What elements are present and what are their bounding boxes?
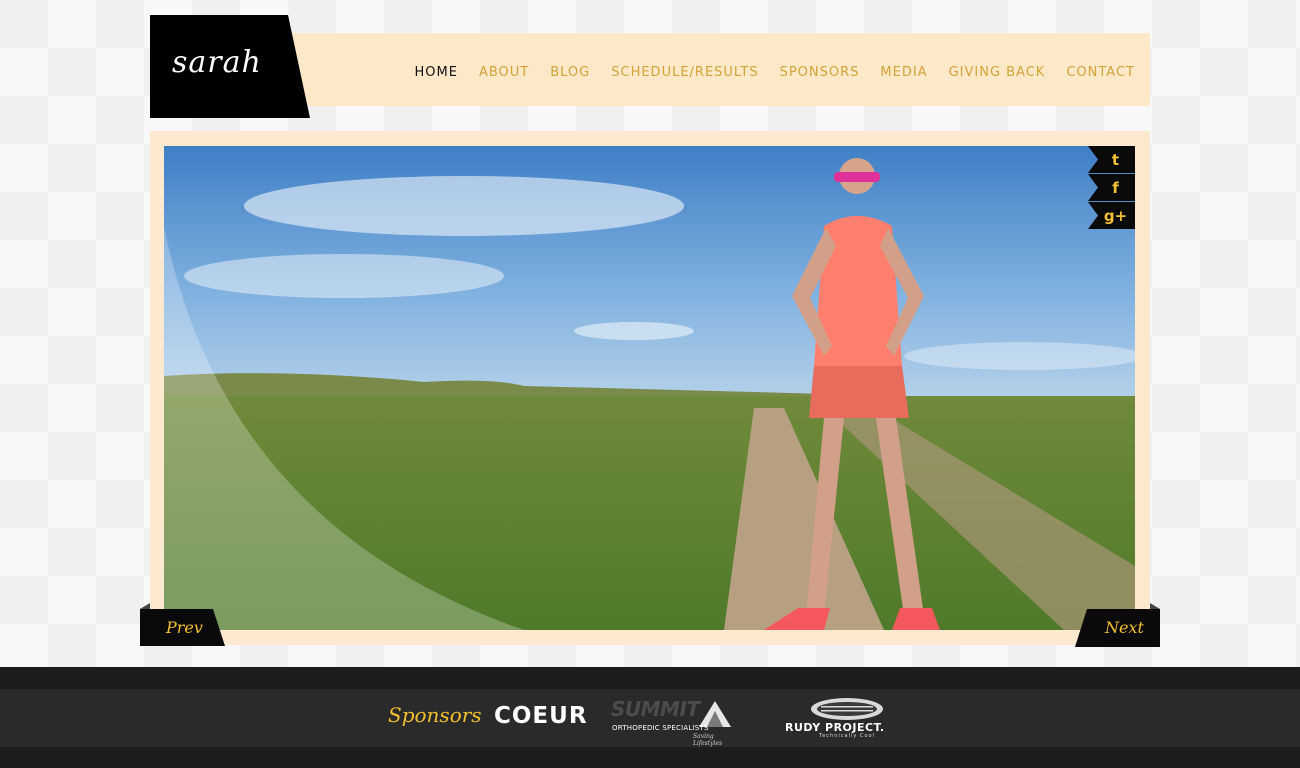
sponsor-logo-summit[interactable]: SUMMIT ORTHOPEDIC SPECIALISTS Saving Lif… [611,697,739,747]
sponsor-logo-rudy-project[interactable]: RUDY PROJECT. Technically Cool [785,697,913,741]
rudy-project-lens-icon [811,698,883,720]
site-logo[interactable]: sarah [150,15,310,118]
prev-button-fold [140,603,150,609]
nav-item-blog[interactable]: BLOG [550,65,590,80]
prev-slide-button[interactable]: Prev [140,609,225,646]
sponsors-label: Sponsors [388,703,482,727]
next-slide-button[interactable]: Next [1075,609,1160,647]
nav-item-home[interactable]: HOME [414,65,457,80]
google-plus-icon: g+ [1103,206,1128,225]
nav-item-schedule-results[interactable]: SCHEDULE/RESULTS [611,65,758,80]
twitter-button[interactable]: t [1088,146,1135,173]
hero-photo [164,146,1135,630]
nav-item-giving-back[interactable]: GIVING BACK [949,65,1046,80]
facebook-button[interactable]: f [1088,174,1135,201]
hero-photo-illustration [164,146,1135,630]
sponsor-logo-coeur[interactable]: COEUR [494,703,588,729]
summit-subtitle: ORTHOPEDIC SPECIALISTS [612,724,709,732]
twitter-icon: t [1111,150,1120,169]
nav-item-contact[interactable]: CONTACT [1066,65,1135,80]
rudy-project-tagline: Technically Cool [819,733,875,739]
footer: Sponsors COEUR SUMMIT ORTHOPEDIC SPECIAL… [0,667,1300,768]
main-nav: HOME ABOUT BLOG SCHEDULE/RESULTS SPONSOR… [414,65,1135,80]
social-links: t f g+ [1088,146,1135,229]
nav-item-media[interactable]: MEDIA [880,65,927,80]
logo-text: sarah [172,45,262,80]
summit-mountain-icon [699,701,731,727]
google-plus-button[interactable]: g+ [1088,202,1135,229]
nav-item-sponsors[interactable]: SPONSORS [780,65,860,80]
summit-wordmark: SUMMIT [611,697,700,721]
summit-tagline: Saving Lifestyles [693,733,723,747]
nav-bar: HOME ABOUT BLOG SCHEDULE/RESULTS SPONSOR… [292,33,1150,106]
nav-item-about[interactable]: ABOUT [479,65,529,80]
facebook-icon: f [1112,178,1119,197]
sponsors-band: Sponsors COEUR SUMMIT ORTHOPEDIC SPECIAL… [0,689,1300,747]
next-button-fold [1150,603,1160,609]
